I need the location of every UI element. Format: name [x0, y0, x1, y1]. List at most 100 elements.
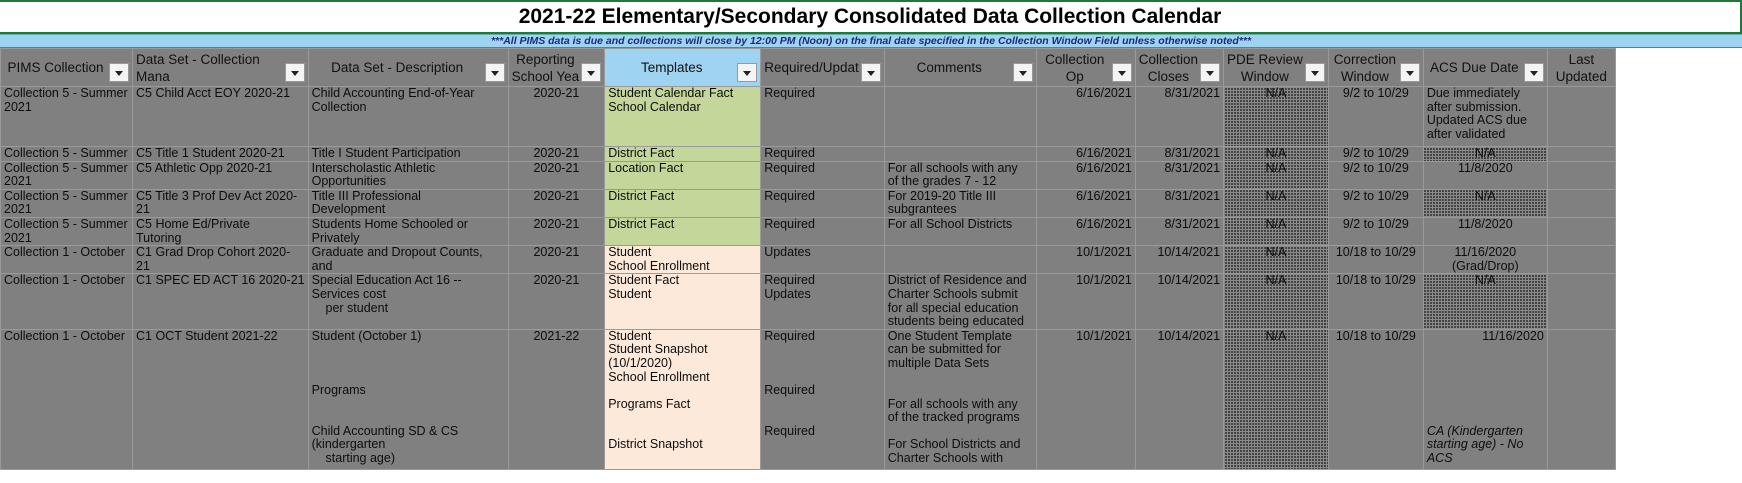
cell-collection-closes[interactable]: 8/31/2021 [1134, 146, 1225, 162]
filter-dropdown-icon[interactable] [860, 63, 881, 82]
cell-reporting-year[interactable]: 2020-21 [507, 216, 606, 247]
cell-last-updated[interactable] [1546, 328, 1616, 470]
filter-dropdown-icon[interactable] [581, 63, 602, 82]
col-header-comments[interactable]: Comments [883, 48, 1037, 87]
filter-dropdown-icon[interactable] [1523, 63, 1544, 82]
cell-reporting-year[interactable]: 2020-21 [507, 86, 606, 147]
col-header-collection-closes[interactable]: Collection Closes [1134, 48, 1225, 87]
filter-dropdown-icon[interactable] [1012, 63, 1033, 82]
col-header-acs-due-date[interactable]: ACS Due Date [1422, 48, 1548, 87]
cell-collection-closes[interactable]: 10/14/2021 [1134, 273, 1225, 330]
cell-pde-review-window[interactable]: N/A [1223, 160, 1329, 190]
cell-correction-window[interactable]: 10/18 to 10/29 [1327, 328, 1424, 470]
col-header-pims-collection[interactable]: PIMS Collection [0, 48, 133, 87]
cell-pims-collection[interactable]: Collection 1 - October [0, 245, 133, 275]
cell-comments[interactable]: One Student Template can be submitted for… [883, 328, 1037, 470]
cell-correction-window[interactable]: 9/2 to 10/29 [1327, 216, 1424, 247]
cell-templates[interactable]: Student Calendar Fact School Calendar [604, 86, 762, 147]
col-header-collection-open[interactable]: Collection Op [1035, 48, 1136, 87]
cell-collection-closes[interactable]: 8/31/2021 [1134, 188, 1225, 218]
cell-correction-window[interactable]: 10/18 to 10/29 [1327, 273, 1424, 330]
cell-reporting-year[interactable]: 2020-21 [507, 146, 606, 162]
cell-required[interactable]: Required [760, 160, 885, 190]
cell-collection-closes[interactable]: 10/14/2021 [1134, 328, 1225, 470]
cell-last-updated[interactable] [1546, 245, 1616, 275]
cell-pims-collection[interactable]: Collection 5 - Summer 2021 [0, 160, 133, 190]
cell-data-set-description[interactable]: Title III Professional Development [307, 188, 509, 218]
cell-pims-collection[interactable]: Collection 5 - Summer 2021 [0, 86, 133, 147]
cell-required[interactable]: Required Required Required [760, 328, 885, 470]
cell-pims-collection[interactable]: Collection 5 - Summer 2021 [0, 188, 133, 218]
cell-correction-window[interactable]: 10/18 to 10/29 [1327, 245, 1424, 275]
filter-dropdown-icon[interactable] [1111, 63, 1132, 82]
cell-required[interactable]: Required [760, 146, 885, 162]
cell-pde-review-window[interactable]: N/A [1223, 86, 1329, 147]
cell-templates[interactable]: Student Student Snapshot (10/1/2020) School… [604, 328, 762, 470]
cell-reporting-year[interactable]: 2020-21 [507, 273, 606, 330]
cell-data-set-description[interactable]: Student (October 1) Programs Child Accou… [307, 328, 509, 470]
cell-data-set-manager[interactable]: C5 Title 3 Prof Dev Act 2020- 21 [132, 188, 309, 218]
cell-reporting-year[interactable]: 2020-21 [507, 245, 606, 275]
cell-required[interactable]: Required [760, 86, 885, 147]
cell-required[interactable]: Required [760, 188, 885, 218]
cell-correction-window[interactable]: 9/2 to 10/29 [1327, 188, 1424, 218]
col-header-data-set-manager[interactable]: Data Set - Collection Mana [132, 48, 309, 87]
cell-collection-closes[interactable]: 8/31/2021 [1134, 216, 1225, 247]
col-header-data-set-description[interactable]: Data Set - Description [307, 48, 509, 87]
cell-data-set-description[interactable]: Child Accounting End-of-Year Collection [307, 86, 509, 147]
cell-collection-open[interactable]: 10/1/2021 [1035, 273, 1136, 330]
cell-last-updated[interactable] [1546, 216, 1616, 247]
cell-comments[interactable]: For 2019-20 Title III subgrantees [883, 188, 1037, 218]
cell-data-set-manager[interactable]: C1 OCT Student 2021-22 [132, 328, 309, 470]
cell-comments[interactable]: For all School Districts [883, 216, 1037, 247]
col-header-reporting-year[interactable]: Reporting School Yea [507, 48, 606, 87]
col-header-required[interactable]: Required/Updat [760, 48, 885, 87]
cell-acs-due-date[interactable]: 11/16/2020 (Grad/Drop) [1422, 245, 1548, 275]
cell-pde-review-window[interactable]: N/A [1223, 245, 1329, 275]
cell-correction-window[interactable]: 9/2 to 10/29 [1327, 86, 1424, 147]
cell-collection-open[interactable]: 6/16/2021 [1035, 160, 1136, 190]
cell-pims-collection[interactable]: Collection 5 - Summer 2021 [0, 216, 133, 247]
cell-data-set-description[interactable]: Students Home Schooled or Privately [307, 216, 509, 247]
cell-data-set-manager[interactable]: C5 Athletic Opp 2020-21 [132, 160, 309, 190]
filter-dropdown-icon[interactable] [1399, 63, 1420, 82]
filter-dropdown-icon[interactable] [284, 63, 305, 82]
cell-correction-window[interactable]: 9/2 to 10/29 [1327, 146, 1424, 162]
filter-dropdown-icon[interactable] [737, 63, 758, 82]
cell-collection-closes[interactable]: 8/31/2021 [1134, 86, 1225, 147]
cell-collection-closes[interactable]: 8/31/2021 [1134, 160, 1225, 190]
cell-pims-collection[interactable]: Collection 1 - October [0, 273, 133, 330]
cell-data-set-manager[interactable]: C5 Home Ed/Private Tutoring [132, 216, 309, 247]
sheet-title-cell[interactable]: 2021-22 Elementary/Secondary Consolidate… [0, 0, 1742, 34]
cell-last-updated[interactable] [1546, 146, 1616, 162]
cell-correction-window[interactable]: 9/2 to 10/29 [1327, 160, 1424, 190]
cell-pims-collection[interactable]: Collection 1 - October [0, 328, 133, 470]
cell-templates[interactable]: District Fact [604, 146, 762, 162]
cell-data-set-description[interactable]: Interscholastic Athletic Opportunities [307, 160, 509, 190]
cell-pde-review-window[interactable]: N/A [1223, 146, 1329, 162]
cell-data-set-manager[interactable]: C1 SPEC ED ACT 16 2020-21 [132, 273, 309, 330]
cell-pde-review-window[interactable]: N/A [1223, 216, 1329, 247]
cell-data-set-manager[interactable]: C5 Child Acct EOY 2020-21 [132, 86, 309, 147]
cell-collection-open[interactable]: 6/16/2021 [1035, 216, 1136, 247]
cell-acs-due-date[interactable]: Due immediately after submission. Updated … [1422, 86, 1548, 147]
cell-collection-open[interactable]: 10/1/2021 [1035, 245, 1136, 275]
cell-pims-collection[interactable]: Collection 5 - Summer [0, 146, 133, 162]
cell-required[interactable]: Updates [760, 245, 885, 275]
cell-acs-due-date[interactable]: 11/8/2020 [1422, 216, 1548, 247]
cell-last-updated[interactable] [1546, 188, 1616, 218]
col-header-correction-window[interactable]: Correction Window [1327, 48, 1424, 87]
filter-dropdown-icon[interactable] [484, 63, 505, 82]
filter-dropdown-icon[interactable] [1304, 63, 1325, 82]
cell-acs-due-date[interactable]: N/A [1422, 188, 1548, 218]
cell-required[interactable]: Required [760, 216, 885, 247]
cell-acs-due-date[interactable]: 11/8/2020 [1422, 160, 1548, 190]
cell-pde-review-window[interactable]: N/A [1223, 328, 1329, 470]
cell-comments[interactable]: For all schools with any of the grades 7 … [883, 160, 1037, 190]
col-header-pde-review-window[interactable]: PDE Review Window [1223, 48, 1329, 87]
cell-last-updated[interactable] [1546, 86, 1616, 147]
col-header-last-updated[interactable]: Last Updated [1546, 48, 1616, 87]
cell-templates[interactable]: Student Fact Student [604, 273, 762, 330]
cell-pde-review-window[interactable]: N/A [1223, 273, 1329, 330]
cell-acs-due-date[interactable]: 11/16/2020 CA (Kindergarten starting age)… [1422, 328, 1548, 470]
